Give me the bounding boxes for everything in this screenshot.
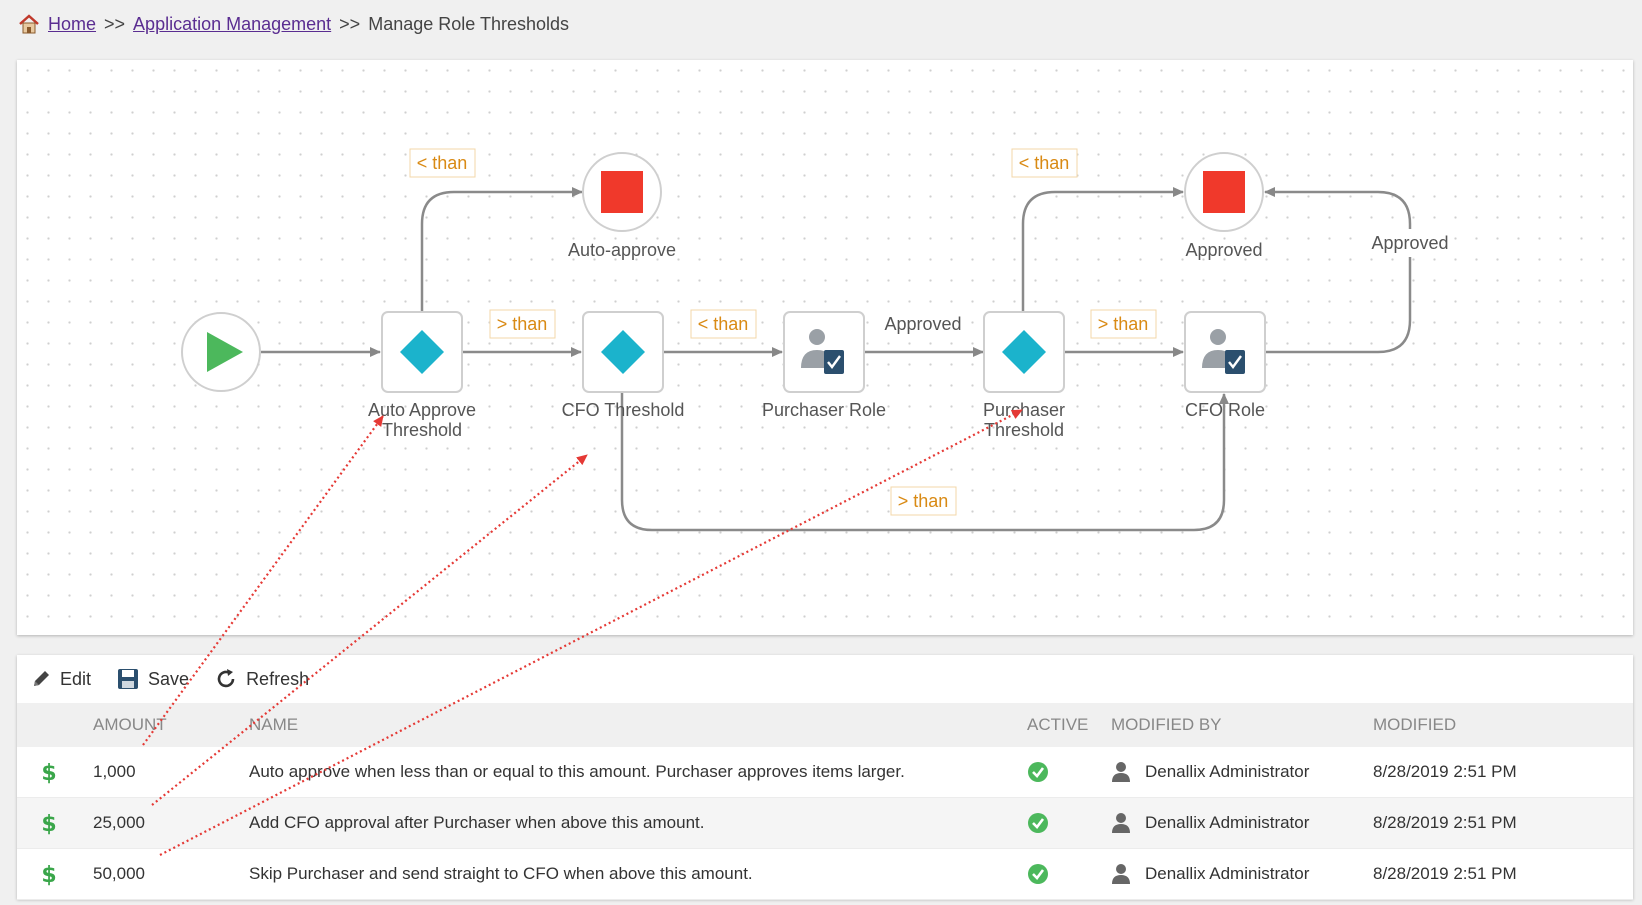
user-icon — [1112, 813, 1130, 833]
table-row[interactable]: $ 1,000 Auto approve when less than or e… — [17, 747, 1633, 798]
modified-date-cell: 8/28/2019 2:51 PM — [1373, 813, 1517, 832]
edge-label-lt-auto: < than — [409, 148, 476, 178]
grid-header: AMOUNT NAME ACTIVE MODIFIED BY MODIFIED — [17, 703, 1633, 747]
home-icon — [19, 14, 39, 34]
floppy-disk-icon — [118, 669, 139, 689]
edge-label-approved-cfo: Approved — [1367, 229, 1453, 257]
breadcrumb-app-management-link[interactable]: Application Management — [133, 14, 331, 35]
column-header-modified-by[interactable]: MODIFIED BY — [1111, 703, 1222, 747]
stop-icon — [601, 171, 643, 213]
edge-label-gt-cfo: > than — [489, 309, 556, 339]
node-label: Purchaser — [983, 400, 1065, 420]
svg-text:< than: < than — [698, 314, 749, 334]
stop-icon — [1203, 171, 1245, 213]
amount-cell: 25,000 — [93, 813, 145, 832]
dollar-icon: $ — [39, 849, 59, 899]
active-check-icon — [1027, 747, 1049, 797]
edge-label-gt-cforole: > than — [1090, 309, 1157, 339]
modified-date-cell: 8/28/2019 2:51 PM — [1373, 762, 1517, 781]
grid-toolbar: Edit Save Refresh — [17, 655, 1633, 703]
modified-by-name: Denallix Administrator — [1145, 762, 1310, 781]
node-label: Purchaser Role — [762, 400, 886, 420]
breadcrumb-home-link[interactable]: Home — [48, 14, 96, 35]
svg-text:$: $ — [41, 863, 56, 886]
workflow-canvas[interactable]: Auto-approve Approved Auto Approve Thres… — [17, 60, 1633, 635]
cfo-role-node[interactable] — [1184, 311, 1266, 393]
svg-text:$: $ — [41, 761, 56, 784]
edge-label-lt-purchaser: < than — [690, 309, 757, 339]
name-cell: Skip Purchaser and send straight to CFO … — [249, 864, 753, 883]
active-check-icon — [1027, 798, 1049, 848]
svg-text:Approved: Approved — [884, 314, 961, 334]
node-label: Auto Approve — [368, 400, 476, 420]
pencil-icon — [34, 671, 49, 686]
modified-by-name: Denallix Administrator — [1145, 813, 1310, 832]
breadcrumb-current: Manage Role Thresholds — [368, 13, 569, 34]
svg-text:< than: < than — [1019, 153, 1070, 173]
save-button[interactable]: Save — [117, 668, 189, 690]
modified-by-cell: Denallix Administrator — [1111, 747, 1309, 797]
column-header-active[interactable]: ACTIVE — [1027, 703, 1088, 747]
name-cell: Add CFO approval after Purchaser when ab… — [249, 813, 705, 832]
breadcrumb-separator: >> — [104, 13, 126, 34]
flow-edge — [1264, 187, 1412, 354]
amount-cell: 1,000 — [93, 762, 136, 781]
refresh-button-label: Refresh — [246, 668, 310, 689]
flow-edge — [420, 187, 583, 312]
edit-button-label: Edit — [60, 668, 92, 689]
cfo-threshold-node[interactable] — [582, 311, 664, 393]
auto-approve-threshold-node[interactable] — [381, 311, 463, 393]
active-check-icon — [1027, 849, 1049, 899]
svg-text:< than: < than — [417, 153, 468, 173]
save-button-label: Save — [148, 668, 190, 689]
table-row[interactable]: $ 25,000 Add CFO approval after Purchase… — [17, 798, 1633, 849]
edge-label-gt-bottom: > than — [890, 486, 957, 516]
breadcrumb-separator: >> — [339, 13, 361, 34]
approved-end-node[interactable] — [1184, 152, 1264, 232]
edge-label-lt-approved: < than — [1011, 148, 1078, 178]
auto-approve-end-node[interactable] — [582, 152, 662, 232]
breadcrumb: Home >> Application Management >> Manage… — [18, 12, 569, 36]
node-label: Threshold — [382, 420, 462, 440]
node-label: CFO Threshold — [562, 400, 685, 420]
purchaser-threshold-node[interactable] — [983, 311, 1065, 393]
purchaser-role-node[interactable] — [783, 311, 865, 393]
svg-text:Approved: Approved — [1371, 233, 1448, 253]
node-label: Threshold — [984, 420, 1064, 440]
flow-edge — [1021, 187, 1184, 312]
refresh-button[interactable]: Refresh — [215, 668, 309, 690]
column-header-modified[interactable]: MODIFIED — [1373, 703, 1456, 747]
dollar-icon: $ — [39, 798, 59, 848]
refresh-icon — [217, 669, 235, 688]
edge-label-approved-purchaser: Approved — [879, 310, 967, 338]
modified-by-cell: Denallix Administrator — [1111, 798, 1309, 848]
svg-text:$: $ — [41, 812, 56, 835]
svg-text:> than: > than — [497, 314, 548, 334]
name-cell: Auto approve when less than or equal to … — [249, 762, 905, 781]
modified-by-cell: Denallix Administrator — [1111, 849, 1309, 899]
amount-cell: 50,000 — [93, 864, 145, 883]
node-label: Auto-approve — [568, 240, 676, 260]
user-icon — [1112, 864, 1130, 884]
thresholds-grid: Edit Save Refresh AMOUNT NAME ACTIVE MOD… — [17, 655, 1633, 900]
modified-by-name: Denallix Administrator — [1145, 864, 1310, 883]
node-label: CFO Role — [1185, 400, 1265, 420]
user-icon — [1112, 762, 1130, 782]
edit-button[interactable]: Edit — [31, 669, 91, 690]
modified-date-cell: 8/28/2019 2:51 PM — [1373, 864, 1517, 883]
dollar-icon: $ — [39, 747, 59, 797]
svg-text:> than: > than — [1098, 314, 1149, 334]
start-node[interactable] — [181, 312, 261, 392]
svg-text:> than: > than — [898, 491, 949, 511]
workflow-diagram: Auto-approve Approved Auto Approve Thres… — [181, 148, 1453, 532]
column-header-amount[interactable]: AMOUNT — [93, 703, 167, 747]
node-label: Approved — [1185, 240, 1262, 260]
column-header-name[interactable]: NAME — [249, 703, 298, 747]
table-row[interactable]: $ 50,000 Skip Purchaser and send straigh… — [17, 849, 1633, 900]
